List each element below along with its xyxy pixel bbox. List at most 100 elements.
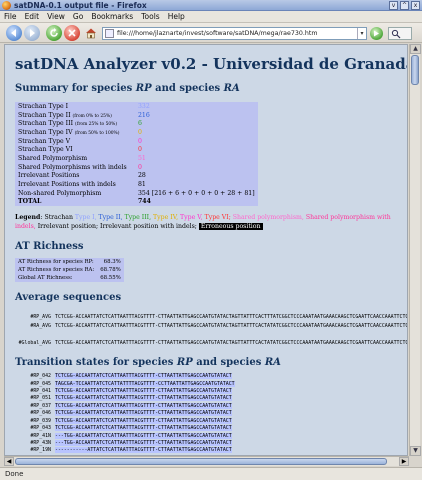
summary-label-text: Shared Polymorphism	[18, 154, 88, 162]
summary-label: Shared Polymorphisms with indels	[15, 163, 135, 172]
avg-seq-name: #RP_AVG	[30, 314, 51, 321]
forward-button[interactable]	[24, 25, 40, 41]
page-icon	[105, 29, 114, 38]
richness-row: AT Richness for species RA: 68.78%	[15, 266, 124, 274]
menu-view[interactable]: View	[47, 12, 65, 21]
transition-seq-name: #RP_41N	[30, 432, 51, 439]
legend: Legend: Strachan Type I, Type II, Type I…	[15, 213, 407, 231]
summary-row: Strachan Type II (from 0% to 25%) 216	[15, 111, 258, 120]
summary-value: 81	[138, 181, 146, 189]
richness-row: Global AT Richness: 68.55%	[15, 274, 124, 282]
back-arrow-icon	[11, 29, 16, 37]
navigation-toolbar: file:///home/jlaznarte/invest/software/s…	[0, 23, 422, 43]
avg-seq: TCTCGG-ACCAATTATCTCATTAATTTACGTTTT-CTTAA…	[55, 339, 408, 346]
go-arrow-icon	[374, 30, 379, 37]
transition-seq: TCTCGG-ACCAATTATCTCATTAATTTACGTTTT-CTTAA…	[55, 425, 232, 432]
transition-heading-prefix: Transition states for species	[15, 357, 174, 369]
page-viewport: satDNA Analyzer v0.2 - Universidad de Gr…	[4, 44, 408, 456]
scroll-left-arrow-icon[interactable]: ◀	[4, 457, 14, 466]
go-button[interactable]	[370, 27, 383, 40]
home-button[interactable]	[83, 25, 99, 41]
home-icon	[86, 28, 96, 39]
address-bar[interactable]: file:///home/jlaznarte/invest/software/s…	[102, 27, 367, 40]
transition-seq-name: #RP_43N	[30, 439, 51, 446]
summary-label-range: (from 0% to 25%)	[72, 113, 112, 119]
summary-label-text: Strachan Type III	[18, 120, 74, 128]
summary-row: Non-shared Polymorphism 354 [216 + 6 + 0 …	[15, 189, 258, 198]
transition-seq: TAGCGA-TCCAATTATCTCATTATTTTACGTTTT-CCTTA…	[55, 380, 235, 387]
summary-row: TOTAL 744	[15, 198, 258, 207]
summary-label-text: Strachan Type II	[18, 111, 71, 119]
vertical-scrollbar[interactable]: ▲ ▼	[409, 44, 421, 456]
summary-value: 0	[138, 146, 142, 154]
scroll-right-arrow-icon[interactable]: ▶	[399, 457, 409, 466]
minimize-button[interactable]: v	[389, 1, 398, 10]
menu-bookmarks[interactable]: Bookmarks	[91, 12, 133, 21]
avg-row: #Global_AVG TCTCGG-ACCAATTATCTCATTAATTTAC…	[15, 339, 408, 348]
status-bar: Done	[0, 467, 422, 480]
summary-row: Irrelevant Positions with indels 81	[15, 180, 258, 189]
search-box[interactable]	[388, 27, 412, 40]
scroll-down-arrow-icon[interactable]: ▼	[410, 446, 421, 456]
transition-seq: -----------ATTATCTCATTAATTTACGTTTT-CTTAA…	[55, 447, 232, 454]
species-rp: RP	[135, 83, 152, 94]
stop-icon	[68, 29, 76, 37]
summary-row: Strachan Type IV (from 50% to 100%) 0	[15, 128, 258, 137]
maximize-button[interactable]: ^	[400, 1, 409, 10]
transition-seq: ---TGG-ACCAATTATCTCATTAATTTACGTTTT-CTTAA…	[55, 432, 232, 439]
summary-label-text: Strachan Type VI	[18, 146, 73, 154]
close-button[interactable]: x	[411, 1, 420, 10]
legend-item: Type II,	[98, 214, 123, 222]
summary-label: Strachan Type I	[15, 102, 135, 111]
transition-seq: TCTCGG-ACCAATTATCTCATTAATTTACGTTTT-CTTAA…	[55, 417, 232, 424]
menu-go[interactable]: Go	[73, 12, 83, 21]
transition-row: #RP_037 TCTCGG-ACCAATTATCTCATTAATTTACGTTT…	[15, 402, 407, 410]
summary-value: 28	[138, 172, 146, 180]
summary-label: Strachan Type V	[15, 137, 135, 146]
menu-help[interactable]: Help	[168, 12, 185, 21]
transition-row: #RP_051 TCTCGG-ACCAATTATCTCATTAATTTACGTTT…	[15, 395, 407, 402]
menu-edit[interactable]: Edit	[25, 12, 40, 21]
search-icon	[391, 29, 401, 39]
summary-table: Strachan Type I 332 Strachan Type II (from…	[15, 102, 258, 207]
summary-value: 0	[138, 128, 142, 136]
reload-button[interactable]	[46, 25, 62, 41]
avg-row: #RP_AVG TCTCGG-ACCAATTATCTCATTAATTTACGTTT…	[15, 313, 407, 322]
legend-erroneous: Erroneous position	[198, 223, 263, 231]
stop-button[interactable]	[64, 25, 80, 41]
transition-seq-name: #RP_045	[30, 380, 51, 387]
summary-row: Irrelevant Positions 28	[15, 172, 258, 181]
summary-heading-prefix: Summary for species	[15, 83, 133, 94]
summary-value: 354 [216 + 6 + 0 + 0 + 0 + 28 + 81]	[138, 189, 255, 197]
summary-row: Strachan Type VI 0	[15, 145, 258, 154]
transition-seq-name: #RP_037	[30, 402, 51, 409]
menu-tools[interactable]: Tools	[141, 12, 159, 21]
legend-item: Type VI;	[204, 214, 231, 222]
transition-seq-name: #RP_042	[30, 373, 51, 380]
summary-row: Shared Polymorphism 51	[15, 154, 258, 163]
species-ra: RA	[223, 83, 240, 94]
summary-value: 0	[138, 163, 142, 171]
avg-row: #RA_AVG TCTCGG-ACCAATTATCTCATTAATTTACGTTT…	[15, 322, 407, 331]
hscroll-thumb[interactable]	[15, 458, 387, 465]
scroll-thumb[interactable]	[411, 55, 419, 85]
summary-label: Strachan Type II (from 0% to 25%)	[15, 111, 135, 120]
transition-row: #RP_41N ---TGG-ACCAATTATCTCATTAATTTACGTTT…	[15, 432, 407, 440]
scroll-up-arrow-icon[interactable]: ▲	[410, 44, 421, 54]
summary-label-text: Strachan Type V	[18, 137, 71, 145]
transition-seq-name: #RP_051	[30, 395, 51, 402]
transition-sequences: #RP_042 TCTCGG-ACCAATTATCTCATTAATTTACGTTT…	[15, 373, 407, 454]
transition-row: #RP_042 TCTCGG-ACCAATTATCTCATTAATTTACGTTT…	[15, 373, 407, 380]
firefox-icon	[2, 1, 11, 10]
richness-value: 68.78%	[100, 267, 121, 274]
menu-file[interactable]: File	[4, 12, 17, 21]
transition-row: #RP_043 TCTCGG-ACCAATTATCTCATTAATTTACGTTT…	[15, 425, 407, 432]
richness-heading: AT Richness	[15, 241, 84, 253]
window-title: satDNA-0.1 output file - Firefox	[14, 1, 147, 10]
url-dropdown[interactable]: ▾	[357, 28, 366, 39]
back-button[interactable]	[6, 25, 22, 41]
horizontal-scrollbar[interactable]: ◀ ▶	[4, 456, 409, 466]
legend-item: Strachan	[44, 214, 73, 222]
url-text[interactable]: file:///home/jlaznarte/invest/software/s…	[117, 30, 357, 37]
transition-heading-and: and species	[196, 357, 262, 369]
